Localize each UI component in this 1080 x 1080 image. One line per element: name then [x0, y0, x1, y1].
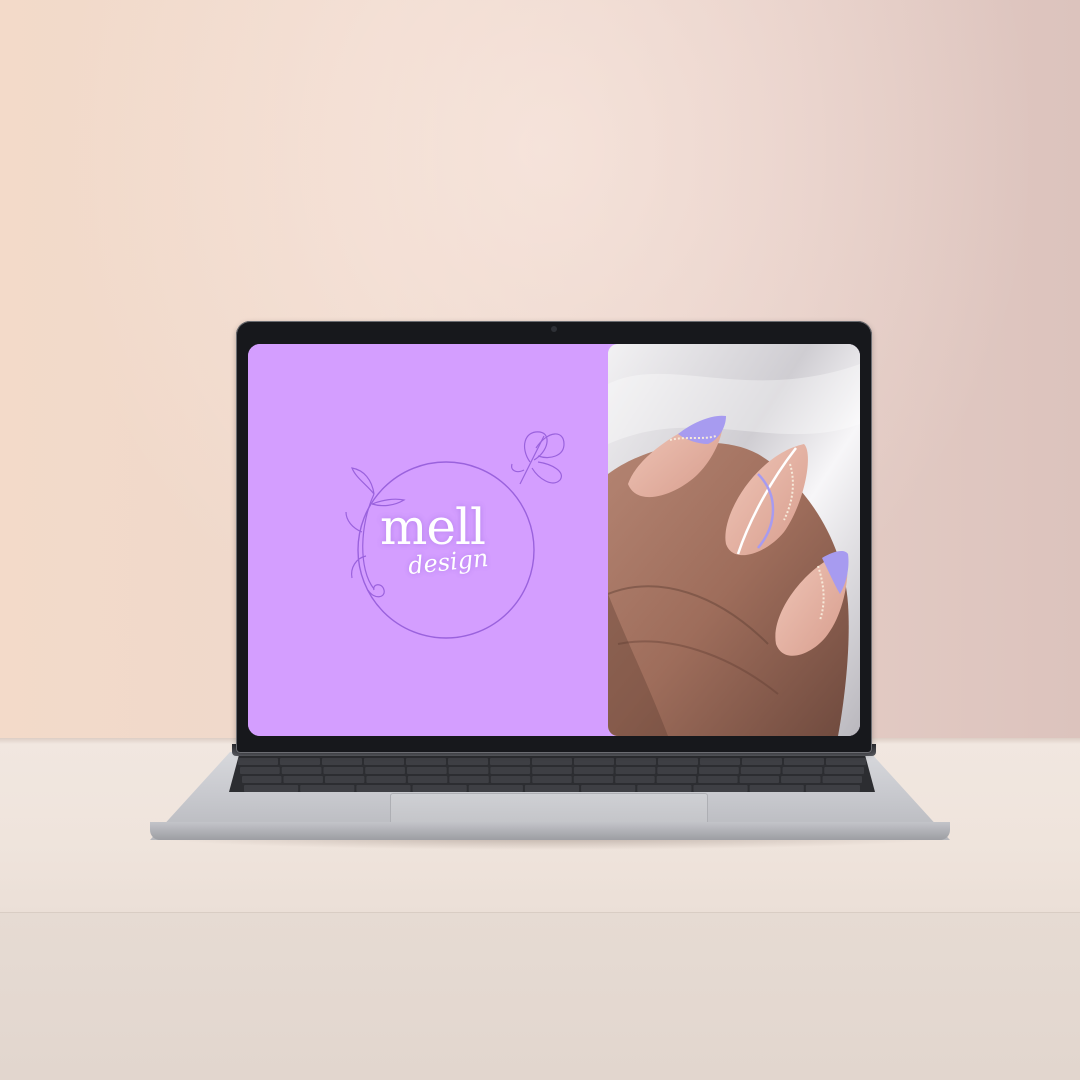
key [532, 767, 572, 774]
key [364, 758, 404, 765]
key [740, 767, 781, 774]
key [300, 785, 355, 792]
key [656, 776, 697, 783]
key [637, 785, 692, 792]
keyboard-keys [238, 758, 866, 792]
key [532, 776, 572, 783]
key [615, 767, 656, 774]
key [356, 785, 411, 792]
key [693, 785, 748, 792]
key [574, 758, 614, 765]
key [781, 776, 821, 783]
key [240, 767, 280, 774]
camera-icon [551, 326, 557, 332]
key [449, 776, 489, 783]
key [616, 758, 656, 765]
key [448, 758, 488, 765]
nails-photo [608, 344, 860, 736]
logo-wordmark: mell [380, 498, 486, 556]
key [322, 758, 362, 765]
key [532, 758, 572, 765]
key [524, 785, 580, 792]
logo: mell design [248, 344, 608, 736]
key [657, 767, 698, 774]
key [283, 776, 323, 783]
key [824, 767, 864, 774]
key [700, 758, 740, 765]
key [490, 767, 531, 774]
key [365, 767, 405, 774]
laptop-lid: mell design [236, 321, 872, 753]
key [324, 776, 365, 783]
key [826, 758, 866, 765]
key [280, 758, 320, 765]
key [490, 776, 531, 783]
key [406, 767, 447, 774]
key [490, 758, 530, 765]
key [281, 767, 322, 774]
key [573, 776, 614, 783]
scene: mell design [0, 0, 1080, 1080]
key [238, 758, 278, 765]
key [468, 785, 523, 792]
key [412, 785, 467, 792]
key [244, 785, 299, 792]
key [742, 758, 782, 765]
brand-panel: mell design [248, 344, 608, 736]
key [749, 785, 804, 792]
nails-photo-artwork [608, 344, 860, 736]
key [242, 776, 282, 783]
key [698, 776, 738, 783]
key [407, 776, 448, 783]
key [573, 767, 614, 774]
laptop-base-front [150, 822, 950, 840]
key [406, 758, 446, 765]
key [615, 776, 655, 783]
key [699, 767, 739, 774]
key [805, 785, 860, 792]
keyboard [229, 756, 875, 792]
key [366, 776, 406, 783]
key [658, 758, 698, 765]
butterfly-icon [511, 431, 565, 485]
key [448, 767, 489, 774]
key [822, 776, 862, 783]
key [739, 776, 780, 783]
key [784, 758, 824, 765]
laptop-screen: mell design [248, 344, 860, 736]
shelf-front [0, 912, 1080, 1080]
key [581, 785, 636, 792]
key [782, 767, 823, 774]
key [323, 767, 364, 774]
